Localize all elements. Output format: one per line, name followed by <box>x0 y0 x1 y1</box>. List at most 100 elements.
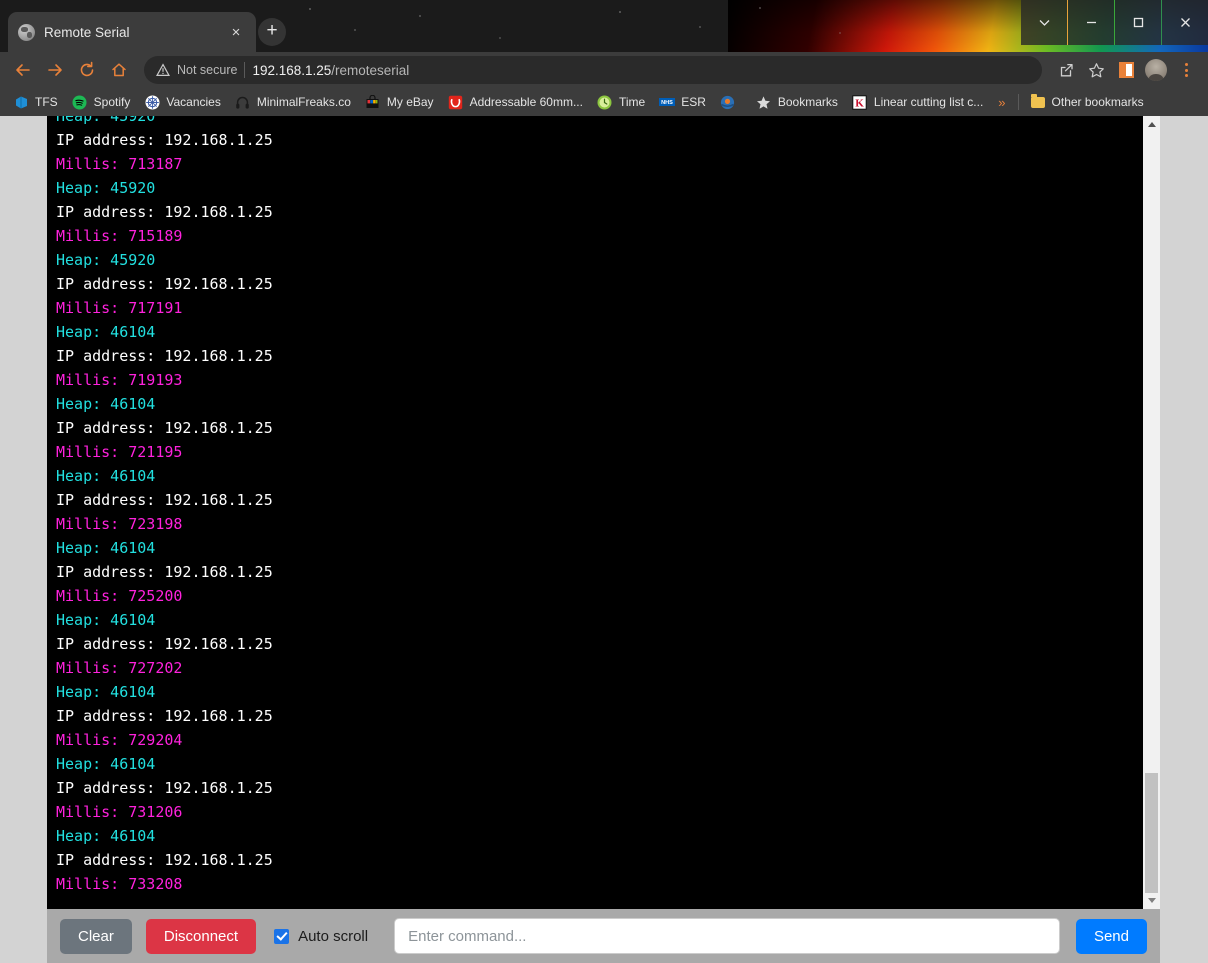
reload-icon[interactable] <box>72 55 102 85</box>
divider <box>1017 94 1019 110</box>
serial-line: Millis: 719193 <box>56 371 183 389</box>
send-button[interactable]: Send <box>1075 918 1147 954</box>
serial-line: Heap: 45920 <box>56 179 156 197</box>
home-icon[interactable] <box>104 55 134 85</box>
bookmark-label: TFS <box>35 95 58 109</box>
serial-line: Millis: 723198 <box>56 515 183 533</box>
scrollbar-thumb[interactable] <box>1145 773 1158 893</box>
serial-output-scrollbar[interactable] <box>1143 116 1160 909</box>
page-content: Heap: 45920 IP address: 192.168.1.25 Milli… <box>0 116 1208 963</box>
bookmark-bookmarks[interactable]: Bookmarks <box>749 92 845 112</box>
scroll-up-button[interactable] <box>1143 116 1160 133</box>
browser-tab[interactable]: Remote Serial × <box>8 12 256 52</box>
headphones-icon <box>235 94 251 110</box>
serial-line: Millis: 727202 <box>56 659 183 677</box>
folder-icon <box>1030 93 1046 110</box>
bookmark-spotify[interactable]: Spotify <box>65 92 138 112</box>
bookmark-label: ESR <box>681 95 706 109</box>
command-input[interactable] <box>394 918 1060 954</box>
other-bookmarks-folder[interactable]: Other bookmarks <box>1023 92 1151 112</box>
chevron-down-icon[interactable] <box>1021 0 1067 45</box>
bookmark-addressable[interactable]: Addressable 60mm... <box>441 92 590 112</box>
address-bar[interactable]: Not secure 192.168.1.25/remoteserial <box>144 56 1042 84</box>
tfs-icon <box>13 94 29 110</box>
close-icon[interactable] <box>1162 0 1208 45</box>
star-icon[interactable] <box>1082 56 1110 84</box>
autoscroll-checkbox[interactable] <box>274 928 290 944</box>
bookmarks-overflow-button[interactable]: » <box>990 95 1013 110</box>
bookmark-time[interactable]: Time <box>590 92 652 112</box>
clear-button[interactable]: Clear <box>60 918 132 954</box>
serial-line: Heap: 46104 <box>56 611 156 629</box>
bookmark-label: My eBay <box>386 95 434 109</box>
close-icon[interactable]: × <box>226 22 246 42</box>
serial-line: IP address: 192.168.1.25 <box>56 635 273 653</box>
browser-window: Remote Serial × + Not secure 192.168.1.2… <box>0 0 1208 963</box>
security-status-label: Not secure <box>177 63 238 77</box>
bookmark-linear-cutting-list[interactable]: K Linear cutting list c... <box>845 92 990 112</box>
serial-line: Heap: 46104 <box>56 827 156 845</box>
window-controls <box>1021 0 1208 45</box>
serial-line: Heap: 46104 <box>56 467 156 485</box>
serial-line: Millis: 731206 <box>56 803 183 821</box>
bookmark-label: MinimalFreaks.co <box>256 95 351 109</box>
serial-line: Heap: 46104 <box>56 395 156 413</box>
serial-line: IP address: 192.168.1.25 <box>56 419 273 437</box>
serial-output[interactable]: Heap: 45920 IP address: 192.168.1.25 Milli… <box>47 116 1143 909</box>
bookmark-label: Linear cutting list c... <box>873 95 984 109</box>
bookmark-blue-globe[interactable] <box>713 92 749 112</box>
serial-line: Millis: 725200 <box>56 587 183 605</box>
url-text: 192.168.1.25/remoteserial <box>252 63 409 78</box>
bookmark-label: Bookmarks <box>777 95 838 109</box>
serial-line: Heap: 45920 <box>56 116 156 125</box>
bookmark-label: Time <box>618 95 646 109</box>
nhs-icon: NHS <box>659 94 676 110</box>
divider <box>244 62 246 78</box>
blue-globe-icon <box>720 94 736 110</box>
opera-icon <box>448 94 464 110</box>
url-path: /remoteserial <box>331 62 410 78</box>
time-icon <box>597 94 613 110</box>
serial-line: IP address: 192.168.1.25 <box>56 707 273 725</box>
vacancies-icon <box>144 94 160 110</box>
serial-line: IP address: 192.168.1.25 <box>56 491 273 509</box>
bookmarks-bar: TFS Spotify Vacancies MinimalFreaks.co M <box>0 88 1208 116</box>
bookmark-my-ebay[interactable]: My eBay <box>358 92 441 112</box>
serial-line: IP address: 192.168.1.25 <box>56 203 273 221</box>
serial-console-panel: Heap: 45920 IP address: 192.168.1.25 Milli… <box>47 116 1160 909</box>
page-scroll-gutter <box>1160 116 1208 963</box>
three-dot-menu-icon[interactable] <box>1172 56 1200 84</box>
serial-line: IP address: 192.168.1.25 <box>56 275 273 293</box>
minimize-icon[interactable] <box>1068 0 1114 45</box>
svg-text:NHS: NHS <box>661 100 673 106</box>
tab-title: Remote Serial <box>44 24 130 40</box>
serial-line: Millis: 733208 <box>56 875 183 893</box>
avatar[interactable] <box>1142 56 1170 84</box>
disconnect-button[interactable]: Disconnect <box>145 918 257 954</box>
bookmark-label: Addressable 60mm... <box>469 95 583 109</box>
serial-line: IP address: 192.168.1.25 <box>56 131 273 149</box>
bookmark-label: Spotify <box>93 95 131 109</box>
share-icon[interactable] <box>1052 56 1080 84</box>
globe-icon <box>18 23 35 41</box>
forward-arrow-icon[interactable] <box>40 55 70 85</box>
maximize-icon[interactable] <box>1115 0 1161 45</box>
scroll-down-button[interactable] <box>1143 892 1160 909</box>
bookmark-minimalfreaks[interactable]: MinimalFreaks.co <box>228 92 358 112</box>
bookmark-esr[interactable]: NHS ESR <box>652 92 713 112</box>
extension-icon[interactable] <box>1112 56 1140 84</box>
serial-line: Millis: 715189 <box>56 227 183 245</box>
bookmark-tfs[interactable]: TFS <box>6 92 65 112</box>
serial-line: IP address: 192.168.1.25 <box>56 851 273 869</box>
other-bookmarks-label: Other bookmarks <box>1051 95 1144 109</box>
autoscroll-toggle[interactable]: Auto scroll <box>274 928 368 945</box>
back-arrow-icon[interactable] <box>8 55 38 85</box>
url-host: 192.168.1.25 <box>252 62 332 78</box>
serial-line: Millis: 721195 <box>56 443 183 461</box>
k-icon: K <box>852 94 868 110</box>
browser-titlebar: Remote Serial × + <box>0 0 1208 52</box>
bookmark-vacancies[interactable]: Vacancies <box>137 92 227 112</box>
serial-line: Heap: 46104 <box>56 683 156 701</box>
bookmark-label: Vacancies <box>166 95 221 109</box>
new-tab-button[interactable]: + <box>258 18 286 46</box>
